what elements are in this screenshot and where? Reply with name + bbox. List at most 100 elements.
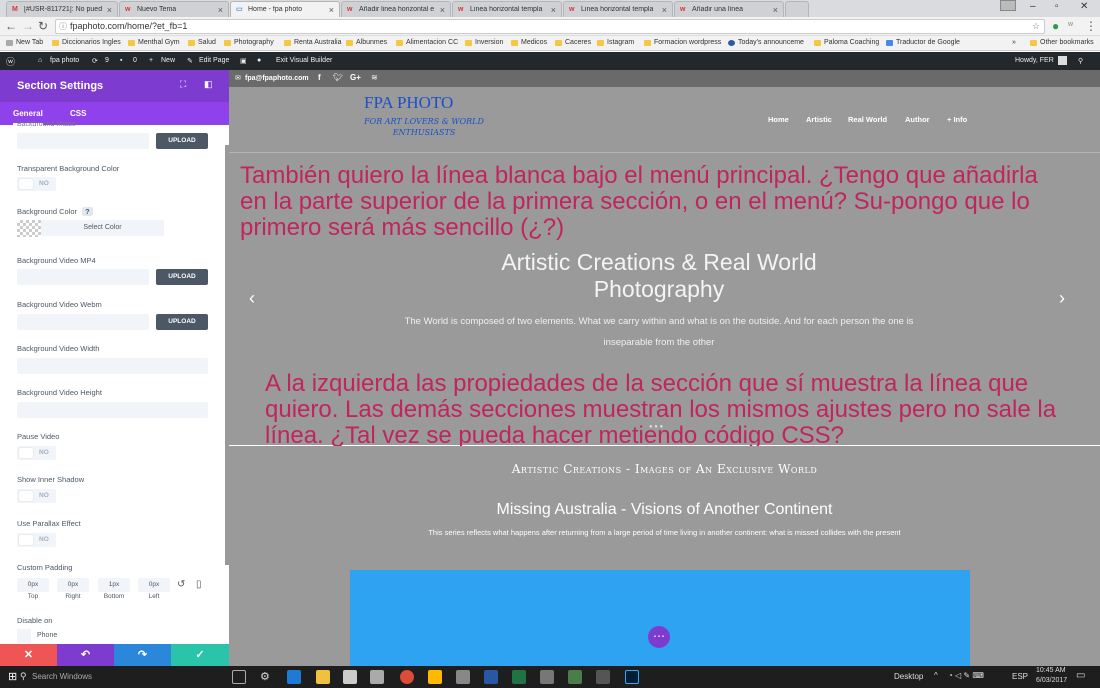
nav-artistic[interactable]: Artistic bbox=[806, 115, 832, 124]
close-icon[interactable]: × bbox=[440, 5, 445, 15]
logo-title[interactable]: FPA PHOTO bbox=[364, 93, 453, 113]
nav-home[interactable]: Home bbox=[768, 115, 789, 124]
explorer-icon[interactable] bbox=[316, 670, 330, 684]
edge-icon[interactable] bbox=[287, 670, 301, 684]
browser-tab[interactable]: M [#USR-811721]: No pued × bbox=[6, 1, 118, 17]
upload-button[interactable]: UPLOAD bbox=[156, 133, 208, 149]
back-icon[interactable]: ← bbox=[5, 19, 17, 33]
taskbar-search[interactable]: Search Windows bbox=[32, 672, 92, 681]
chrome-icon[interactable] bbox=[400, 670, 414, 684]
url-input[interactable]: ⓘ fpaphoto.com/home/?et_fb=1 ☆ bbox=[55, 19, 1045, 34]
browser-tab[interactable]: w Añadir linea horizontal e × bbox=[341, 1, 451, 17]
browser-tab[interactable]: w Linea horizontal templa × bbox=[452, 1, 562, 17]
tray-icons[interactable]: ◔ ◁ ✎ ⌨ bbox=[948, 671, 984, 680]
phone-icon[interactable]: ▯ bbox=[196, 579, 202, 590]
excel-icon[interactable] bbox=[512, 670, 526, 684]
padding-right-input[interactable]: 0px bbox=[57, 578, 89, 592]
slider-dots[interactable]: ● ● ● bbox=[649, 424, 663, 430]
bookmark-item[interactable]: Caceres bbox=[555, 39, 591, 46]
maximize-button[interactable]: ▫ bbox=[1055, 1, 1059, 12]
store-icon[interactable] bbox=[343, 670, 357, 684]
nav-more-info[interactable]: + Info bbox=[947, 115, 967, 124]
select-color-button[interactable]: Select Color bbox=[41, 220, 164, 236]
notifications-icon[interactable]: ▭ bbox=[1076, 670, 1085, 681]
padding-bottom-input[interactable]: 1px bbox=[98, 578, 130, 592]
clock-date[interactable]: 6/03/2017 bbox=[1036, 677, 1067, 684]
bookmark-item[interactable]: Alimentacion CC bbox=[396, 39, 458, 46]
save-button[interactable]: ✓ bbox=[171, 644, 229, 666]
nav-real-world[interactable]: Real World bbox=[848, 115, 887, 124]
browser-tab[interactable]: w Linea horizontal templa × bbox=[563, 1, 673, 17]
bookmark-star-icon[interactable]: ☆ bbox=[1032, 20, 1040, 33]
reload-icon[interactable]: ↻ bbox=[38, 19, 48, 33]
bookmark-item[interactable]: Istagram bbox=[597, 39, 634, 46]
bg-video-mp4-field[interactable] bbox=[17, 269, 149, 285]
close-icon[interactable]: × bbox=[329, 5, 334, 15]
extension-icon[interactable]: ● bbox=[1052, 19, 1059, 33]
other-bookmarks[interactable]: Other bookmarks bbox=[1030, 39, 1094, 46]
close-icon[interactable]: × bbox=[218, 5, 223, 15]
sidebar-toggle-icon[interactable]: ◧ bbox=[204, 79, 213, 90]
edit-page-link[interactable]: Edit Page bbox=[199, 57, 229, 64]
extension-icon[interactable]: w bbox=[1068, 21, 1073, 28]
upload-button[interactable]: UPLOAD bbox=[156, 269, 208, 285]
app-icon[interactable] bbox=[540, 670, 554, 684]
search-icon[interactable]: ⚲ bbox=[20, 671, 27, 682]
home-icon[interactable]: ⌂ bbox=[38, 57, 42, 64]
close-icon[interactable]: × bbox=[773, 5, 778, 15]
browser-tab-active[interactable]: ▭ Home - fpa photo × bbox=[230, 1, 340, 17]
updates-icon[interactable]: ⟳ bbox=[92, 57, 98, 65]
windows-start-icon[interactable]: ⊞ bbox=[8, 670, 17, 683]
new-link[interactable]: New bbox=[161, 57, 175, 64]
close-icon[interactable]: × bbox=[551, 5, 556, 15]
bookmark-item[interactable]: New Tab bbox=[6, 39, 43, 46]
avatar[interactable] bbox=[1058, 56, 1067, 65]
tray-chevron-icon[interactable]: ^ bbox=[934, 671, 938, 680]
browser-tab[interactable]: w Añadir una línea × bbox=[674, 1, 784, 17]
undo-button[interactable]: ↶ bbox=[57, 644, 114, 666]
parallax-toggle[interactable]: NO bbox=[17, 533, 56, 547]
menu-icon[interactable]: ⋮ bbox=[1085, 19, 1097, 33]
bg-video-webm-field[interactable] bbox=[17, 314, 149, 330]
photoshop-icon[interactable] bbox=[625, 670, 639, 684]
comments-icon[interactable]: ▪ bbox=[120, 57, 122, 64]
reset-icon[interactable]: ↺ bbox=[177, 579, 185, 590]
padding-left-input[interactable]: 0px bbox=[138, 578, 170, 592]
transparent-bg-toggle[interactable]: NO bbox=[17, 177, 56, 191]
bookmark-item[interactable]: Menthal Gym bbox=[128, 39, 180, 46]
slider-prev-arrow[interactable]: ‹ bbox=[249, 288, 255, 309]
minimize-button[interactable]: – bbox=[1030, 1, 1036, 12]
language-indicator[interactable]: ESP bbox=[1012, 672, 1028, 681]
bookmark-item[interactable]: Diccionarios Ingles bbox=[52, 39, 121, 46]
google-plus-icon[interactable]: G+ bbox=[350, 73, 361, 82]
expand-icon[interactable]: ⛶ bbox=[180, 79, 186, 90]
slider-next-arrow[interactable]: › bbox=[1059, 288, 1065, 309]
bookmarks-more[interactable]: » bbox=[1012, 39, 1016, 46]
bookmark-item[interactable]: Salud bbox=[188, 39, 216, 46]
bg-video-width-field[interactable] bbox=[17, 358, 208, 374]
bookmark-item[interactable]: Today's announceme bbox=[728, 39, 804, 46]
desktop-toolbar[interactable]: Desktop bbox=[894, 672, 923, 681]
bg-image-field[interactable] bbox=[17, 133, 149, 149]
inner-shadow-toggle[interactable]: NO bbox=[17, 489, 56, 503]
app-icon[interactable] bbox=[370, 670, 384, 684]
bookmark-item[interactable]: Photography bbox=[224, 39, 274, 46]
padding-top-input[interactable]: 0px bbox=[17, 578, 49, 592]
bookmark-item[interactable]: Medicos bbox=[511, 39, 547, 46]
app-icon[interactable] bbox=[568, 670, 582, 684]
forward-icon[interactable]: → bbox=[22, 19, 34, 33]
color-swatch[interactable] bbox=[17, 220, 41, 237]
word-icon[interactable] bbox=[484, 670, 498, 684]
tab-css[interactable]: CSS bbox=[70, 109, 86, 118]
app-icon[interactable] bbox=[596, 670, 610, 684]
close-icon[interactable]: × bbox=[662, 5, 667, 15]
more-options-button[interactable]: ⋯ bbox=[648, 626, 670, 648]
bookmark-item[interactable]: Inversion bbox=[465, 39, 503, 46]
pause-video-toggle[interactable]: NO bbox=[17, 446, 56, 460]
howdy-user[interactable]: Howdy, FER bbox=[1015, 57, 1054, 64]
yoast-icon[interactable]: ▣ bbox=[240, 57, 247, 65]
exit-visual-builder-link[interactable]: Exit Visual Builder bbox=[276, 57, 332, 64]
close-icon[interactable]: × bbox=[107, 5, 112, 15]
bg-video-height-field[interactable] bbox=[17, 402, 208, 418]
search-icon[interactable]: ⚲ bbox=[1078, 57, 1083, 65]
